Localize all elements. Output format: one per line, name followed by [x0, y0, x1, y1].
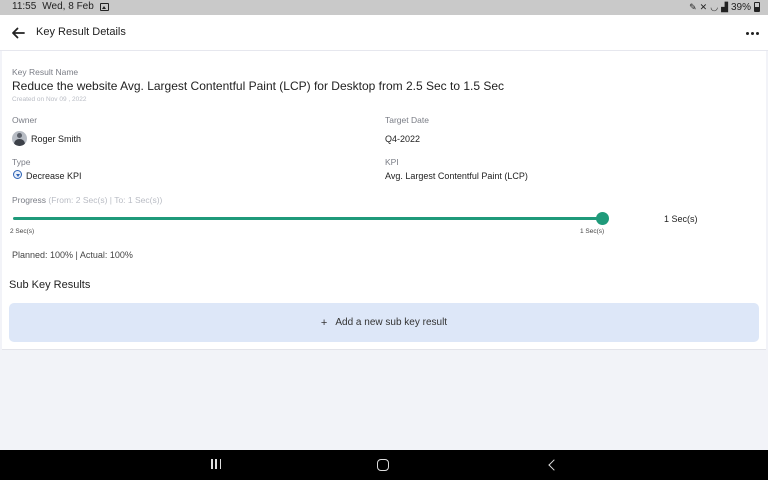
home-icon[interactable]: [377, 459, 389, 471]
signal-icon: ▟: [721, 2, 728, 12]
owner-label: Owner: [12, 115, 38, 125]
add-sub-key-result-button[interactable]: + Add a new sub key result: [9, 303, 759, 342]
progress-start-label: 2 Sec(s): [10, 228, 35, 235]
recents-icon[interactable]: [209, 459, 223, 471]
status-time: 11:55: [12, 1, 37, 12]
app-bar: Key Result Details: [0, 15, 768, 51]
key-result-card: Key Result Name Reduce the website Avg. …: [2, 51, 766, 350]
page-title: Key Result Details: [36, 26, 126, 38]
gallery-icon: [99, 2, 109, 11]
nav-back-icon[interactable]: [547, 459, 557, 471]
progress-end-label: 1 Sec(s): [580, 228, 605, 235]
type-value: Decrease KPI: [26, 171, 82, 181]
system-nav-bar: [0, 450, 768, 480]
wifi-icon: ◡: [710, 2, 719, 12]
key-result-name-label: Key Result Name: [12, 67, 79, 77]
sub-key-results-heading: Sub Key Results: [9, 279, 91, 291]
avatar: [12, 131, 27, 146]
status-bar: 11:55 Wed, 8 Feb ✎ ✕ ◡ ▟ 39%: [0, 0, 768, 15]
add-sub-key-result-label: Add a new sub key result: [335, 317, 448, 328]
decrease-icon: [13, 170, 22, 179]
arrow-left-icon[interactable]: [9, 24, 27, 42]
kpi-value: Avg. Largest Contentful Paint (LCP): [385, 171, 528, 181]
battery-icon: [754, 2, 760, 12]
battery-percent: 39%: [730, 1, 751, 13]
more-horizontal-icon[interactable]: [744, 24, 760, 42]
progress-slider-track[interactable]: [13, 217, 603, 220]
progress-label: Progress: [12, 195, 47, 205]
status-left: 11:55 Wed, 8 Feb: [12, 1, 109, 12]
status-date: Wed, 8 Feb: [42, 1, 94, 12]
progress-slider-thumb[interactable]: [596, 212, 609, 225]
status-right: ✎ ✕ ◡ ▟ 39%: [689, 1, 760, 13]
progress-label-row: Progress (From: 2 Sec(s) | To: 1 Sec(s)): [12, 195, 162, 205]
created-date: Created on Nov 09 , 2022: [12, 96, 87, 103]
progress-range: (From: 2 Sec(s) | To: 1 Sec(s)): [48, 195, 163, 205]
mute-icon: ✕: [699, 2, 708, 12]
progress-current-value: 1 Sec(s): [664, 214, 698, 224]
owner-name: Roger Smith: [31, 134, 82, 144]
target-date-label: Target Date: [385, 115, 429, 125]
pen-icon: ✎: [689, 2, 697, 12]
plus-icon: +: [320, 316, 328, 329]
planned-actual: Planned: 100% | Actual: 100%: [12, 250, 133, 260]
kpi-label: KPI: [385, 157, 399, 167]
target-date-value: Q4-2022: [385, 134, 421, 144]
key-result-name: Reduce the website Avg. Largest Contentf…: [12, 79, 505, 93]
type-label: Type: [12, 157, 31, 167]
